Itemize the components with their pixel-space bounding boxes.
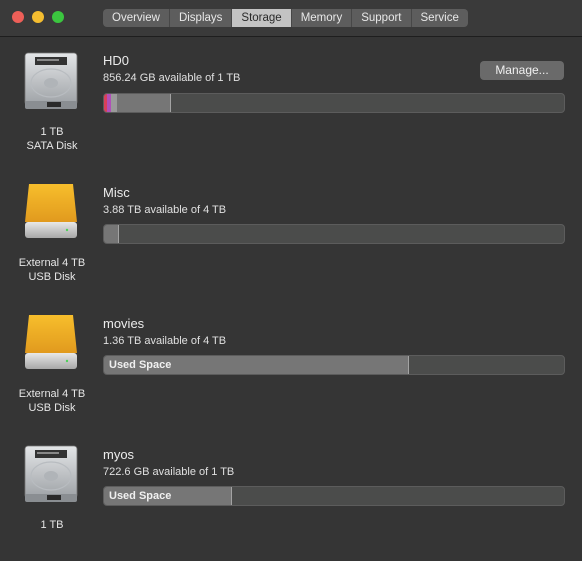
disk-type-label: SATA Disk <box>26 140 78 152</box>
disk-item: External 4 TB USB Disk Misc 3.88 TB avai… <box>0 168 582 299</box>
disk-name: movies <box>103 316 145 331</box>
used-space-label: Used Space <box>109 359 172 371</box>
storage-bar <box>103 224 565 244</box>
storage-bar: Used Space <box>103 486 565 506</box>
tab-overview[interactable]: Overview <box>103 9 170 27</box>
tab-displays[interactable]: Displays <box>170 9 233 27</box>
internal-hard-drive-icon <box>24 445 78 502</box>
used-space-fill <box>104 94 171 112</box>
disk-name: myos <box>103 447 135 462</box>
tab-storage[interactable]: Storage <box>232 9 292 27</box>
tab-bar: Overview Displays Storage Memory Support… <box>103 9 468 27</box>
disk-availability: 3.88 TB available of 4 TB <box>103 204 227 216</box>
disk-availability: 1.36 TB available of 4 TB <box>103 335 227 347</box>
storage-bar <box>103 93 565 113</box>
disk-item: 1 TB SATA Disk HD0 856.24 GB available o… <box>0 37 582 168</box>
disk-type-label: USB Disk <box>28 402 76 414</box>
tab-service[interactable]: Service <box>412 9 468 27</box>
tab-memory[interactable]: Memory <box>292 9 353 27</box>
disk-item: External 4 TB USB Disk movies 1.36 TB av… <box>0 299 582 430</box>
disk-type-label: USB Disk <box>28 271 76 283</box>
external-drive-icon <box>25 315 77 369</box>
external-drive-icon <box>25 184 77 238</box>
disk-availability: 856.24 GB available of 1 TB <box>103 72 241 84</box>
disk-name: HD0 <box>103 53 130 68</box>
disk-capacity-label: 1 TB <box>40 519 64 531</box>
storage-bar: Used Space <box>103 355 565 375</box>
disk-availability: 722.6 GB available of 1 TB <box>103 466 235 478</box>
disk-item: 1 TB myos 722.6 GB available of 1 TB Use… <box>0 430 582 561</box>
title-bar: Overview Displays Storage Memory Support… <box>0 0 582 37</box>
tab-support[interactable]: Support <box>352 9 412 27</box>
zoom-button[interactable] <box>52 11 64 23</box>
minimize-button[interactable] <box>32 11 44 23</box>
disk-capacity-label: External 4 TB <box>18 388 86 400</box>
manage-button[interactable]: Manage... <box>480 61 564 80</box>
used-space-label: Used Space <box>109 490 172 502</box>
internal-hard-drive-icon <box>24 52 78 109</box>
usage-segment-system[interactable] <box>111 94 117 112</box>
disk-capacity-label: 1 TB <box>40 126 64 138</box>
close-button[interactable] <box>12 11 24 23</box>
disk-capacity-label: External 4 TB <box>18 257 86 269</box>
used-space-fill <box>104 225 119 243</box>
disk-name: Misc <box>103 185 130 200</box>
